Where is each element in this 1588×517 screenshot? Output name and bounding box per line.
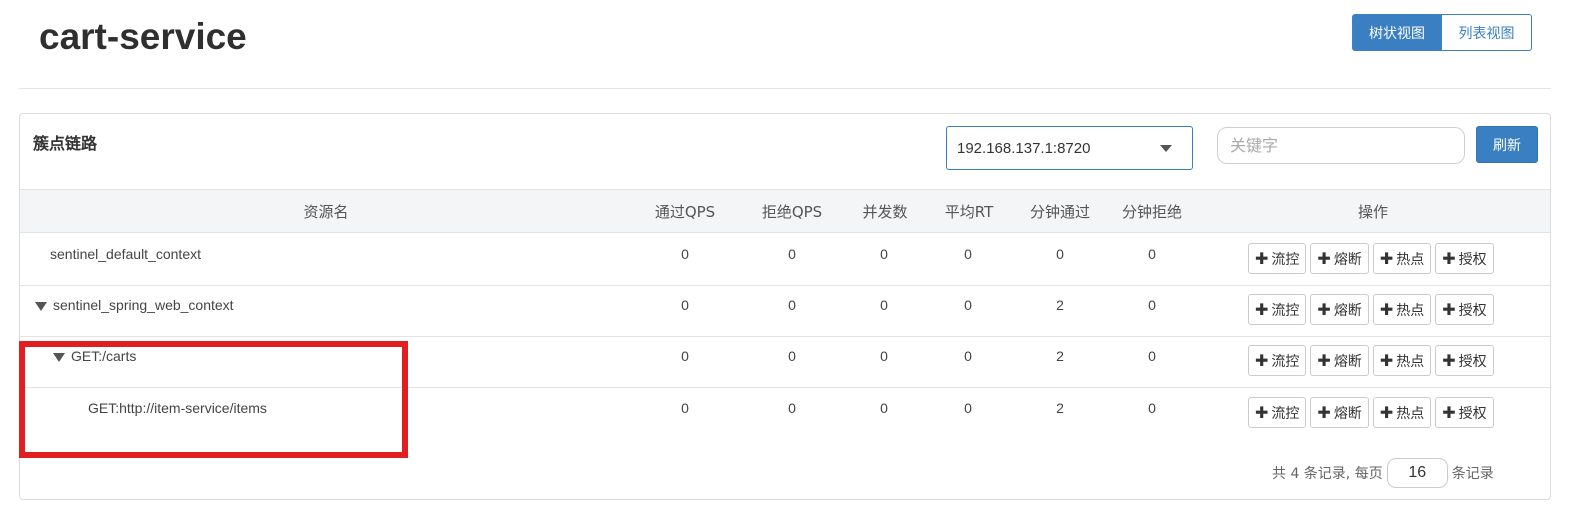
tree-view-button[interactable]: 树状视图: [1352, 14, 1442, 51]
minute-pass-value: 2: [1056, 400, 1064, 416]
flow-rule-button[interactable]: ✚ 流控: [1248, 397, 1307, 428]
concurrency-value: 0: [880, 348, 888, 364]
plus-icon: ✚: [1255, 300, 1269, 319]
machine-select[interactable]: 192.168.137.1:8720: [946, 126, 1193, 170]
col-block-qps: 拒绝QPS: [761, 203, 823, 221]
hotspot-rule-button[interactable]: ✚ 热点: [1372, 243, 1432, 274]
minute-block-value: 0: [1148, 348, 1156, 364]
hotspot-rule-button[interactable]: ✚ 热点: [1372, 397, 1432, 428]
pass-qps-value: 0: [681, 400, 689, 416]
block-qps-value: 0: [788, 297, 796, 313]
records-suffix-text: 条记录: [1451, 466, 1494, 482]
resource-name: sentinel_default_context: [50, 246, 201, 262]
col-actions: 操作: [1357, 203, 1388, 221]
flow-rule-button[interactable]: ✚ 流控: [1248, 345, 1307, 376]
plus-icon: ✚: [1255, 403, 1269, 422]
degrade-rule-button[interactable]: ✚ 熔断: [1310, 294, 1369, 325]
flow-rule-button[interactable]: ✚ 流控: [1248, 243, 1307, 274]
plus-icon: ✚: [1317, 249, 1331, 268]
authority-rule-button[interactable]: ✚ 授权: [1435, 345, 1494, 376]
table-header: 资源名 通过QPS 拒绝QPS 并发数 平均RT 分钟通过 分钟拒绝 操作: [20, 189, 1550, 233]
table-row: sentinel_spring_web_context 0 0 0 0 2 0 …: [20, 285, 1550, 337]
caret-down-icon: [1160, 145, 1172, 152]
concurrency-value: 0: [880, 297, 888, 313]
triangle-down-icon[interactable]: [35, 302, 47, 311]
row-actions: ✚ 流控 ✚ 熔断 ✚ 热点 ✚ 授权: [1248, 397, 1494, 428]
col-minute-pass: 分钟通过: [1029, 203, 1090, 221]
avg-rt-value: 0: [964, 348, 972, 364]
machine-select-value: 192.168.137.1:8720: [957, 139, 1091, 157]
plus-icon: ✚: [1317, 300, 1331, 319]
plus-icon: ✚: [1379, 249, 1394, 268]
degrade-rule-button[interactable]: ✚ 熔断: [1310, 243, 1369, 274]
list-view-button[interactable]: 列表视图: [1442, 14, 1532, 51]
page-title: cart-service: [39, 16, 247, 57]
plus-icon: ✚: [1255, 249, 1269, 268]
plus-icon: ✚: [1379, 300, 1394, 319]
plus-icon: ✚: [1255, 351, 1269, 370]
hotspot-rule-button[interactable]: ✚ 热点: [1372, 294, 1432, 325]
minute-pass-value: 0: [1056, 246, 1064, 262]
plus-icon: ✚: [1442, 300, 1456, 319]
row-actions: ✚ 流控 ✚ 熔断 ✚ 热点 ✚ 授权: [1248, 294, 1494, 325]
tree-node[interactable]: sentinel_spring_web_context: [35, 297, 234, 313]
pass-qps-value: 0: [681, 297, 689, 313]
minute-pass-value: 2: [1056, 297, 1064, 313]
col-minute-block: 分钟拒绝: [1121, 203, 1182, 221]
plus-icon: ✚: [1379, 351, 1394, 370]
refresh-button[interactable]: 刷新: [1476, 126, 1538, 163]
concurrency-value: 0: [880, 246, 888, 262]
authority-rule-button[interactable]: ✚ 授权: [1435, 397, 1494, 428]
panel-title: 簇点链路: [33, 134, 98, 153]
minute-pass-value: 2: [1056, 348, 1064, 364]
minute-block-value: 0: [1148, 246, 1156, 262]
minute-block-value: 0: [1148, 297, 1156, 313]
plus-icon: ✚: [1442, 351, 1456, 370]
block-qps-value: 0: [788, 348, 796, 364]
pass-qps-value: 0: [681, 348, 689, 364]
row-actions: ✚ 流控 ✚ 熔断 ✚ 热点 ✚ 授权: [1248, 345, 1494, 376]
plus-icon: ✚: [1442, 403, 1456, 422]
minute-block-value: 0: [1148, 400, 1156, 416]
pass-qps-value: 0: [681, 246, 689, 262]
authority-rule-button[interactable]: ✚ 授权: [1435, 294, 1494, 325]
authority-rule-button[interactable]: ✚ 授权: [1435, 243, 1494, 274]
table-row: sentinel_default_context 0 0 0 0 0 0 ✚ 流控…: [20, 234, 1550, 286]
block-qps-value: 0: [788, 400, 796, 416]
plus-icon: ✚: [1317, 403, 1331, 422]
view-toggle: 树状视图 列表视图: [1352, 14, 1532, 51]
avg-rt-value: 0: [964, 400, 972, 416]
flow-rule-button[interactable]: ✚ 流控: [1248, 294, 1307, 325]
col-pass-qps: 通过QPS: [654, 203, 716, 221]
resource-name: sentinel_spring_web_context: [53, 297, 234, 313]
keyword-search-input[interactable]: [1217, 127, 1465, 164]
degrade-rule-button[interactable]: ✚ 熔断: [1310, 397, 1369, 428]
plus-icon: ✚: [1442, 249, 1456, 268]
page-size-input[interactable]: [1386, 458, 1448, 488]
avg-rt-value: 0: [964, 246, 972, 262]
col-resource-name: 资源名: [303, 203, 349, 221]
degrade-rule-button[interactable]: ✚ 熔断: [1310, 345, 1369, 376]
block-qps-value: 0: [788, 246, 796, 262]
record-count-text: 共 4 条记录, 每页: [1272, 466, 1383, 482]
col-avg-rt: 平均RT: [944, 203, 994, 221]
col-concurrency: 并发数: [862, 203, 908, 221]
plus-icon: ✚: [1379, 403, 1394, 422]
header-divider: [19, 88, 1551, 89]
row-actions: ✚ 流控 ✚ 熔断 ✚ 热点 ✚ 授权: [1248, 243, 1494, 274]
avg-rt-value: 0: [964, 297, 972, 313]
plus-icon: ✚: [1317, 351, 1331, 370]
highlight-box: [19, 341, 408, 458]
concurrency-value: 0: [880, 400, 888, 416]
pagination: 共 4 条记录, 每页 条记录: [1272, 458, 1494, 488]
hotspot-rule-button[interactable]: ✚ 热点: [1372, 345, 1432, 376]
